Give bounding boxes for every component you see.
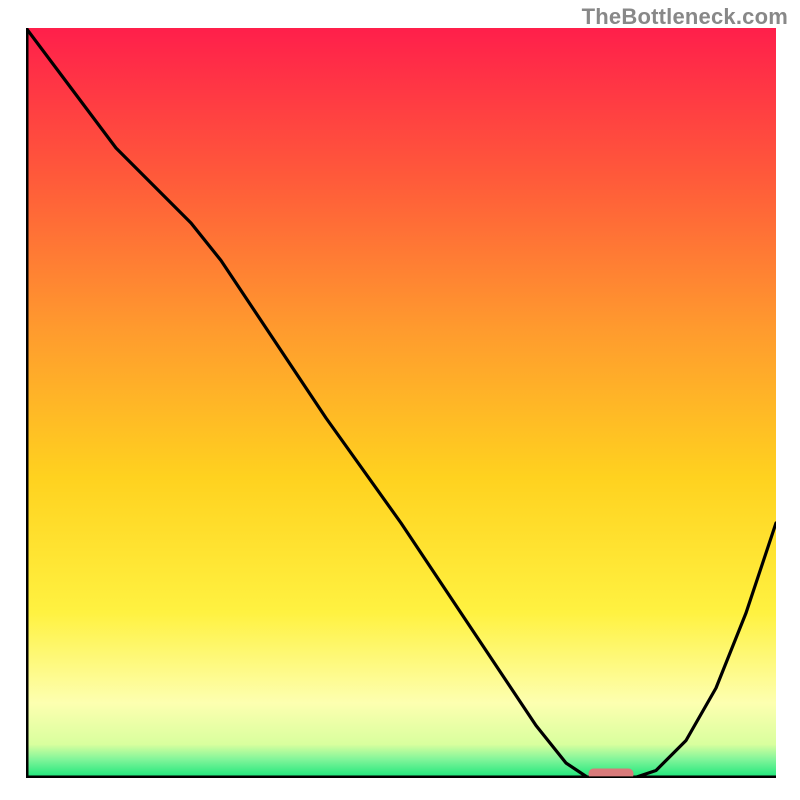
chart-stage: TheBottleneck.com	[0, 0, 800, 800]
plot-area	[26, 28, 776, 778]
chart-svg	[26, 28, 776, 778]
watermark-text: TheBottleneck.com	[582, 4, 788, 30]
gradient-background	[26, 28, 776, 778]
